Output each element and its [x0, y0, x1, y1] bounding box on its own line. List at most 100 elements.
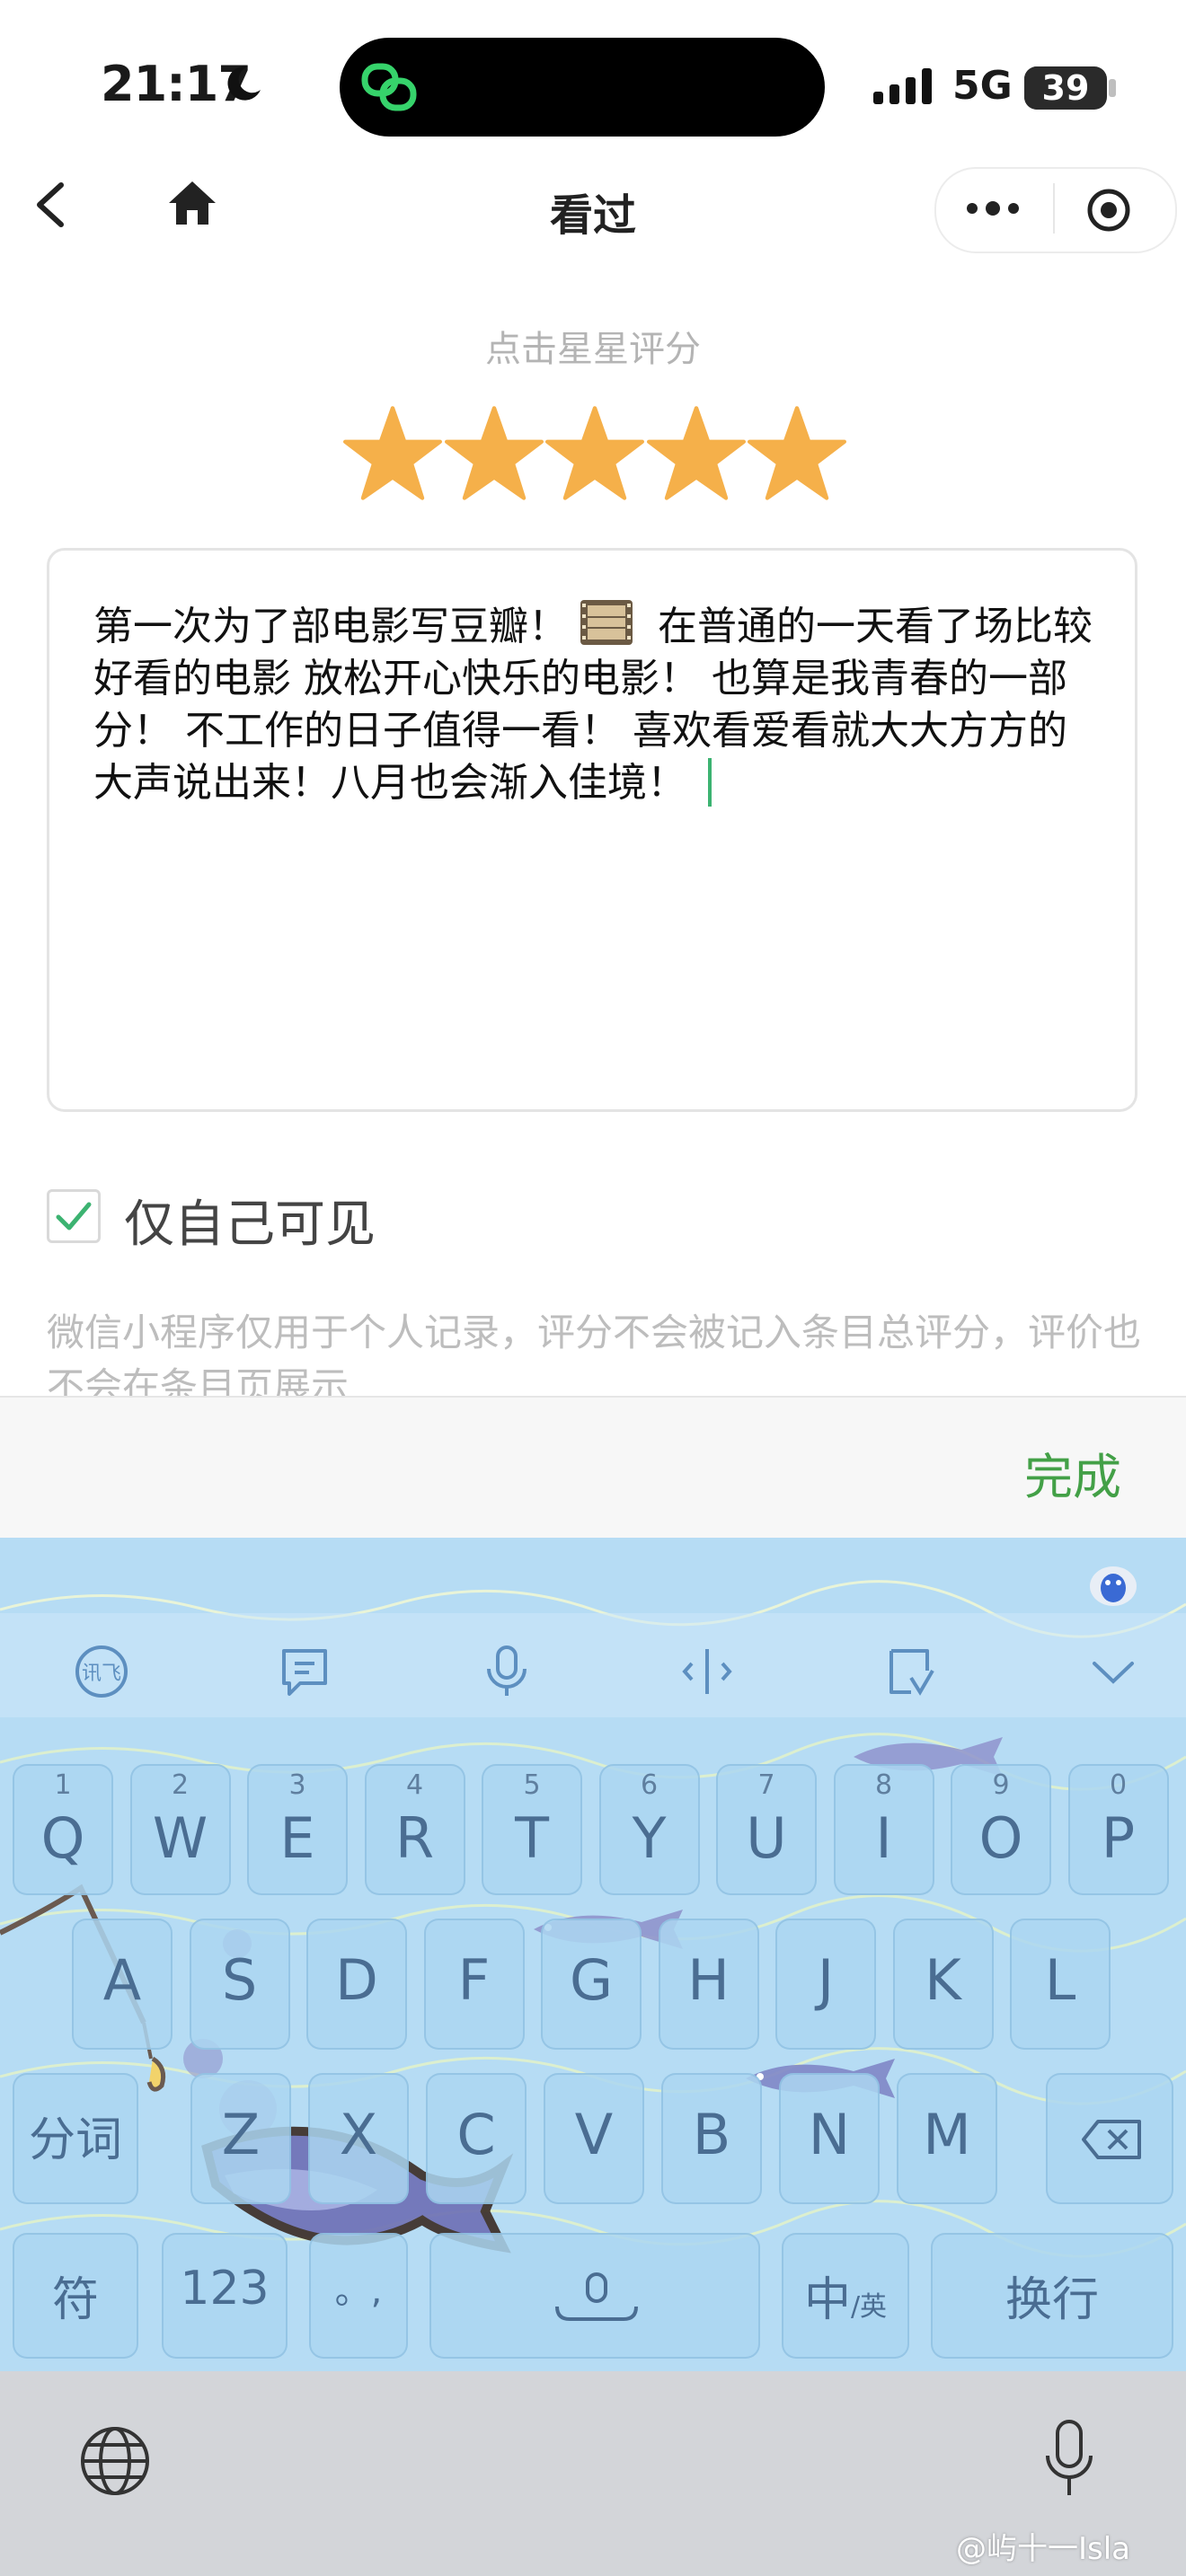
key-u[interactable]: 7U: [716, 1764, 817, 1895]
star-icon[interactable]: [646, 404, 746, 503]
key-number-hint: 7: [757, 1769, 775, 1801]
key-v[interactable]: V: [544, 2073, 644, 2204]
key-letter: B: [692, 2102, 731, 2167]
star-icon[interactable]: [545, 404, 644, 503]
key-j[interactable]: J: [775, 1919, 876, 2050]
key-letter: M: [923, 2102, 971, 2167]
battery-indicator: 39: [1024, 66, 1107, 110]
globe-icon[interactable]: [77, 2423, 153, 2499]
key-number-hint: 2: [171, 1769, 190, 1801]
key-q[interactable]: 1Q: [13, 1764, 113, 1895]
delete-key[interactable]: [1046, 2073, 1173, 2204]
key-letter: C: [456, 2102, 496, 2167]
key-letter: N: [808, 2102, 851, 2167]
key-y[interactable]: 6Y: [598, 1764, 700, 1895]
key-e[interactable]: 3E: [247, 1764, 348, 1895]
private-checkbox[interactable]: [47, 1189, 101, 1243]
key-z[interactable]: Z: [190, 2073, 291, 2204]
key-n[interactable]: N: [779, 2073, 880, 2204]
key-number-hint: 0: [1109, 1769, 1128, 1801]
text-cursor: [708, 758, 712, 807]
lang-main: 中: [803, 2273, 851, 2327]
key-w[interactable]: 2W: [129, 1764, 231, 1895]
key-letter: A: [102, 1947, 142, 2013]
symbol-key[interactable]: 符: [13, 2233, 138, 2359]
clipboard-icon[interactable]: [882, 1644, 938, 1699]
battery-percent: 39: [1041, 68, 1090, 108]
keyboard-mascot-icon: [1090, 1566, 1137, 1606]
private-label[interactable]: 仅自己可见: [124, 1184, 376, 1257]
rating-hint: 点击星星评分: [485, 329, 701, 370]
key-r[interactable]: 4R: [364, 1764, 465, 1895]
signal-icon: [873, 68, 932, 104]
key-s[interactable]: S: [189, 1919, 290, 2050]
key-letter: L: [1044, 1947, 1076, 2013]
key-p[interactable]: 0P: [1067, 1764, 1169, 1895]
star-icon[interactable]: [343, 404, 442, 503]
keyboard-accessory-bar: [0, 1396, 1186, 1539]
key-h[interactable]: H: [658, 1919, 759, 2050]
numbers-key[interactable]: 123: [162, 2233, 288, 2359]
key-number-hint: 6: [640, 1769, 659, 1801]
key-o[interactable]: 9O: [951, 1764, 1051, 1895]
notice-text: 微信小程序仅用于个人记录，评分不会被记入条目总评分，评价也不会在条目页展示: [47, 1310, 1142, 1399]
network-type: 5G: [952, 63, 1013, 109]
key-c[interactable]: C: [426, 2073, 527, 2204]
key-number-hint: 1: [54, 1769, 72, 1801]
key-f[interactable]: F: [423, 1919, 525, 2050]
punctuation-key[interactable]: 。,: [309, 2233, 408, 2359]
key-letter: S: [221, 1947, 258, 2013]
chevron-down-icon[interactable]: [1085, 1644, 1141, 1699]
key-g[interactable]: G: [541, 1919, 642, 2050]
battery-cap: [1109, 79, 1116, 97]
key-letter: X: [339, 2102, 378, 2167]
keyboard-toolbar: 讯飞: [0, 1613, 1186, 1717]
space-key[interactable]: [429, 2233, 760, 2359]
cursor-icon[interactable]: [679, 1644, 735, 1699]
key-letter: T: [515, 1805, 549, 1871]
film-reel-emoji-icon: [580, 600, 633, 645]
key-l[interactable]: L: [1010, 1919, 1111, 2050]
star-rating[interactable]: [343, 404, 846, 505]
return-key[interactable]: 换行: [931, 2233, 1173, 2359]
done-button[interactable]: 完成: [1024, 1437, 1121, 1508]
language-switch-key[interactable]: 中/英: [782, 2233, 909, 2359]
chat-bubble-icon[interactable]: [277, 1644, 332, 1699]
checkmark-icon: [56, 1202, 92, 1231]
key-a[interactable]: A: [72, 1919, 173, 2050]
key-number-hint: 3: [288, 1769, 306, 1801]
key-letter: W: [152, 1805, 208, 1871]
key-x[interactable]: X: [308, 2073, 409, 2204]
watermark: @屿十一Isla: [956, 2531, 1131, 2567]
key-letter: O: [978, 1805, 1023, 1871]
svg-text:讯飞: 讯飞: [82, 1663, 121, 1685]
key-letter: K: [925, 1947, 961, 2013]
key-letter: U: [746, 1805, 787, 1871]
star-icon[interactable]: [444, 404, 544, 503]
review-text[interactable]: 第一次为了部电影写豆瓣！ 在普通的一天看了场比较好看的电影 放松开心快乐的电影！…: [93, 596, 1100, 809]
key-i[interactable]: 8I: [833, 1764, 934, 1895]
capsule-divider: [1053, 183, 1055, 234]
more-icon[interactable]: [963, 189, 1022, 228]
key-t[interactable]: 5T: [482, 1764, 582, 1895]
key-d[interactable]: D: [306, 1919, 407, 2050]
key-letter: R: [394, 1805, 435, 1871]
key-letter: G: [569, 1947, 614, 2013]
close-miniprogram-icon[interactable]: [1085, 187, 1132, 234]
key-b[interactable]: B: [661, 2073, 762, 2204]
segment-key[interactable]: 分词: [13, 2073, 138, 2204]
key-k[interactable]: K: [892, 1919, 994, 2050]
key-number-hint: 5: [523, 1769, 541, 1801]
keyboard: 讯飞 符 123 。, 中/英 换行 分词 1 Q 2 W 3 E 4 R 5 …: [0, 1538, 1186, 2371]
key-letter: E: [279, 1805, 315, 1871]
moon-icon: [227, 66, 261, 101]
key-number-hint: 9: [992, 1769, 1010, 1801]
key-m[interactable]: M: [897, 2073, 997, 2204]
dictation-mic-icon[interactable]: [1042, 2418, 1096, 2502]
microphone-icon[interactable]: [482, 1644, 532, 1699]
key-letter: H: [687, 1947, 730, 2013]
key-letter: I: [875, 1805, 892, 1871]
key-letter: J: [817, 1947, 835, 2013]
star-icon[interactable]: [748, 404, 846, 503]
ifly-icon[interactable]: 讯飞: [74, 1644, 129, 1699]
